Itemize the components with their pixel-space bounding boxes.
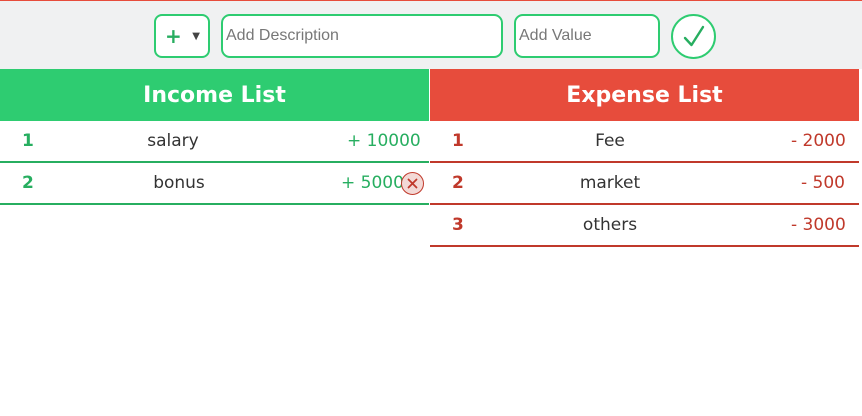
type-select[interactable]: + ▼ [154, 14, 210, 58]
income-list-title: Income List [0, 69, 429, 121]
expense-list: Expense List 1 Fee - 2000 2 market - 500… [430, 69, 859, 247]
expense-list-title: Expense List [430, 69, 859, 121]
income-list: Income List 1 salary + 10000 2 bonus + 5… [0, 69, 429, 205]
add-item-bar: + ▼ [0, 1, 862, 69]
row-description: market [579, 173, 641, 193]
row-description: others [582, 215, 638, 235]
submit-button[interactable] [671, 14, 716, 59]
check-icon [683, 25, 704, 46]
value-input[interactable] [514, 14, 660, 58]
row-description: salary [147, 131, 199, 151]
chevron-down-icon: ▼ [192, 30, 200, 42]
row-amount: + 5000 [341, 173, 404, 193]
delete-button[interactable] [401, 172, 424, 195]
income-row: 2 bonus + 5000 [0, 163, 429, 205]
row-amount: - 2000 [791, 131, 846, 151]
close-icon [407, 178, 418, 189]
row-amount: - 500 [801, 173, 845, 193]
row-amount: - 3000 [791, 215, 846, 235]
row-description: Fee [595, 131, 625, 151]
description-input[interactable] [221, 14, 503, 58]
row-amount: + 10000 [347, 131, 421, 151]
expense-row: 2 market - 500 [430, 163, 859, 205]
expense-row: 3 others - 3000 [430, 205, 859, 247]
row-description: bonus [153, 173, 205, 193]
income-row: 1 salary + 10000 [0, 121, 429, 163]
type-select-value: + [165, 24, 182, 48]
expense-row: 1 Fee - 2000 [430, 121, 859, 163]
